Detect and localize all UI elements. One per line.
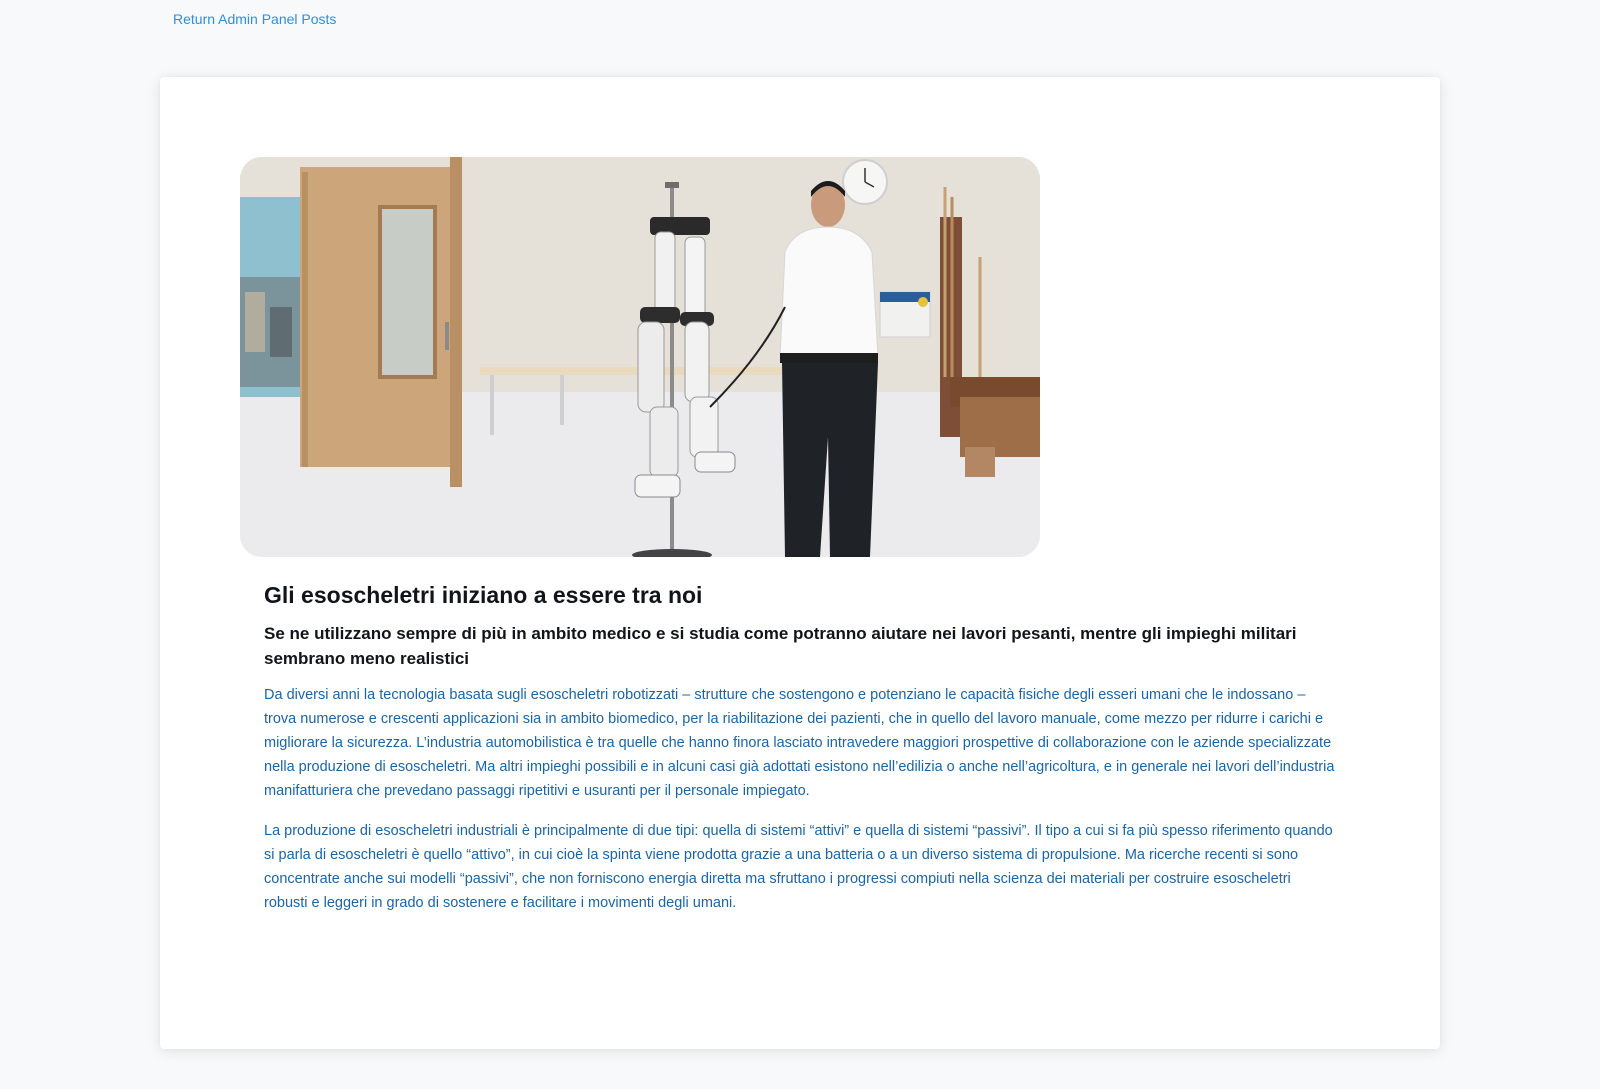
return-admin-panel-posts-link[interactable]: Return Admin Panel Posts (173, 10, 336, 28)
post-paragraph-1: Da diversi anni la tecnologia basata sug… (264, 687, 1335, 799)
hero-illustration (240, 157, 1040, 557)
post-subtitle: Se ne utilizzano sempre di più in ambito… (264, 624, 1297, 668)
post-title: Gli esoscheletri iniziano a essere tra n… (264, 582, 703, 608)
post-paragraph-2: La produzione di esoscheletri industrial… (264, 823, 1333, 911)
post-hero-image (240, 157, 1040, 557)
post-card: Gli esoscheletri iniziano a essere tra n… (160, 77, 1440, 1049)
post-content: Gli esoscheletri iniziano a essere tra n… (264, 579, 1336, 915)
